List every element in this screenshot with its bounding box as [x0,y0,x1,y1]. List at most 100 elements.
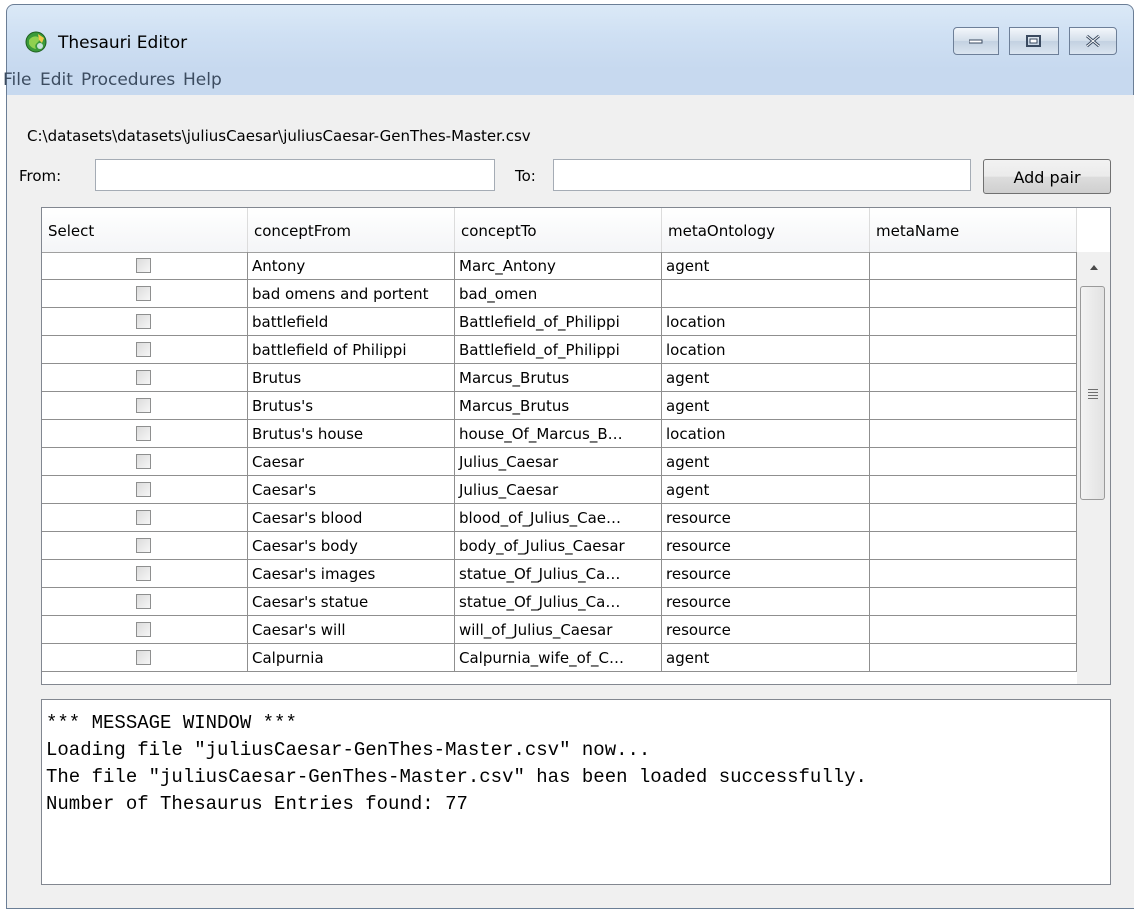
select-checkbox[interactable] [136,398,151,413]
cell-metaname[interactable] [870,420,1077,448]
table-row[interactable]: Brutus Marcus_Brutus agent [42,364,1077,392]
cell-metaontology[interactable]: resource [662,588,870,616]
cell-metaname[interactable] [870,280,1077,308]
select-checkbox[interactable] [136,538,151,553]
column-header-conceptfrom[interactable]: conceptFrom [248,208,455,252]
select-checkbox[interactable] [136,314,151,329]
cell-metaontology[interactable]: location [662,336,870,364]
cell-metaname[interactable] [870,476,1077,504]
cell-conceptfrom[interactable]: Caesar's will [248,616,455,644]
scroll-up-button[interactable] [1077,252,1110,282]
to-input[interactable] [553,159,971,191]
menu-help[interactable]: Help [183,70,222,90]
message-window[interactable]: *** MESSAGE WINDOW *** Loading file "jul… [41,699,1111,885]
cell-metaontology[interactable]: location [662,308,870,336]
cell-metaontology[interactable]: agent [662,392,870,420]
cell-metaname[interactable] [870,364,1077,392]
cell-metaname[interactable] [870,588,1077,616]
cell-conceptfrom[interactable]: Antony [248,252,455,280]
cell-metaontology[interactable] [662,280,870,308]
title-bar[interactable]: Thesauri Editor [7,5,1133,63]
table-row[interactable]: Brutus's Marcus_Brutus agent [42,392,1077,420]
table-row[interactable]: Caesar Julius_Caesar agent [42,448,1077,476]
cell-metaname[interactable] [870,252,1077,280]
cell-conceptto[interactable]: Marcus_Brutus [455,392,662,420]
cell-conceptfrom[interactable]: Brutus [248,364,455,392]
table-row[interactable]: battlefield Battlefield_of_Philippi locati… [42,308,1077,336]
cell-metaontology[interactable]: agent [662,448,870,476]
cell-conceptto[interactable]: statue_Of_Julius_Ca… [455,588,662,616]
column-header-metaname[interactable]: metaName [870,208,1077,252]
cell-conceptto[interactable]: Marc_Antony [455,252,662,280]
cell-metaname[interactable] [870,392,1077,420]
cell-conceptto[interactable]: Julius_Caesar [455,448,662,476]
select-checkbox[interactable] [136,426,151,441]
cell-metaname[interactable] [870,532,1077,560]
maximize-button[interactable] [1009,27,1059,55]
cell-conceptfrom[interactable]: Brutus's [248,392,455,420]
table-row[interactable]: Brutus's house house_Of_Marcus_B… location [42,420,1077,448]
cell-conceptto[interactable]: blood_of_Julius_Cae… [455,504,662,532]
table-row[interactable]: Caesar's Julius_Caesar agent [42,476,1077,504]
select-checkbox[interactable] [136,650,151,665]
cell-conceptfrom[interactable]: Caesar [248,448,455,476]
cell-metaontology[interactable]: resource [662,504,870,532]
select-checkbox[interactable] [136,594,151,609]
cell-metaontology[interactable]: resource [662,616,870,644]
select-checkbox[interactable] [136,510,151,525]
vertical-scrollbar[interactable] [1077,252,1110,684]
scroll-thumb[interactable] [1080,286,1105,500]
menu-file[interactable]: File [3,70,31,90]
cell-metaontology[interactable]: agent [662,364,870,392]
cell-conceptto[interactable]: Battlefield_of_Philippi [455,308,662,336]
column-header-conceptto[interactable]: conceptTo [455,208,662,252]
select-checkbox[interactable] [136,370,151,385]
cell-metaontology[interactable]: resource [662,560,870,588]
column-header-metaontology[interactable]: metaOntology [662,208,870,252]
cell-metaname[interactable] [870,308,1077,336]
cell-metaontology[interactable]: agent [662,252,870,280]
select-checkbox[interactable] [136,454,151,469]
cell-conceptto[interactable]: Calpurnia_wife_of_C… [455,644,662,672]
cell-conceptto[interactable]: Julius_Caesar [455,476,662,504]
menu-procedures[interactable]: Procedures [81,70,175,90]
cell-conceptfrom[interactable]: Caesar's [248,476,455,504]
cell-metaontology[interactable]: agent [662,644,870,672]
cell-conceptfrom[interactable]: Caesar's images [248,560,455,588]
table-row[interactable]: Caesar's body body_of_Julius_Caesar resour… [42,532,1077,560]
cell-conceptto[interactable]: Marcus_Brutus [455,364,662,392]
cell-metaname[interactable] [870,448,1077,476]
cell-conceptfrom[interactable]: Caesar's statue [248,588,455,616]
close-button[interactable] [1069,27,1117,55]
table-row[interactable]: battlefield of Philippi Battlefield_of_Ph… [42,336,1077,364]
select-checkbox[interactable] [136,342,151,357]
cell-metaname[interactable] [870,504,1077,532]
select-checkbox[interactable] [136,482,151,497]
cell-conceptfrom[interactable]: battlefield of Philippi [248,336,455,364]
cell-metaname[interactable] [870,336,1077,364]
cell-conceptto[interactable]: house_Of_Marcus_B… [455,420,662,448]
from-input[interactable] [95,159,495,191]
table-row[interactable]: Caesar's will will_of_Julius_Caesar resour… [42,616,1077,644]
table-row[interactable]: bad omens and portent bad_omen [42,280,1077,308]
cell-metaontology[interactable]: location [662,420,870,448]
cell-metaname[interactable] [870,644,1077,672]
cell-metaontology[interactable]: agent [662,476,870,504]
select-checkbox[interactable] [136,622,151,637]
table-row[interactable]: Caesar's blood blood_of_Julius_Cae… resour… [42,504,1077,532]
add-pair-button[interactable]: Add pair [983,159,1111,194]
minimize-button[interactable] [953,27,999,55]
table-row[interactable]: Calpurnia Calpurnia_wife_of_C… agent [42,644,1077,672]
cell-conceptto[interactable]: Battlefield_of_Philippi [455,336,662,364]
menu-edit[interactable]: Edit [40,70,73,90]
table-row[interactable]: Caesar's images statue_Of_Julius_Ca… resou… [42,560,1077,588]
cell-metaname[interactable] [870,616,1077,644]
cell-conceptto[interactable]: statue_Of_Julius_Ca… [455,560,662,588]
column-header-select[interactable]: Select [42,208,248,252]
select-checkbox[interactable] [136,258,151,273]
cell-conceptfrom[interactable]: battlefield [248,308,455,336]
table-row[interactable]: Antony Marc_Antony agent [42,252,1077,280]
select-checkbox[interactable] [136,566,151,581]
cell-conceptto[interactable]: body_of_Julius_Caesar [455,532,662,560]
cell-conceptfrom[interactable]: Caesar's body [248,532,455,560]
